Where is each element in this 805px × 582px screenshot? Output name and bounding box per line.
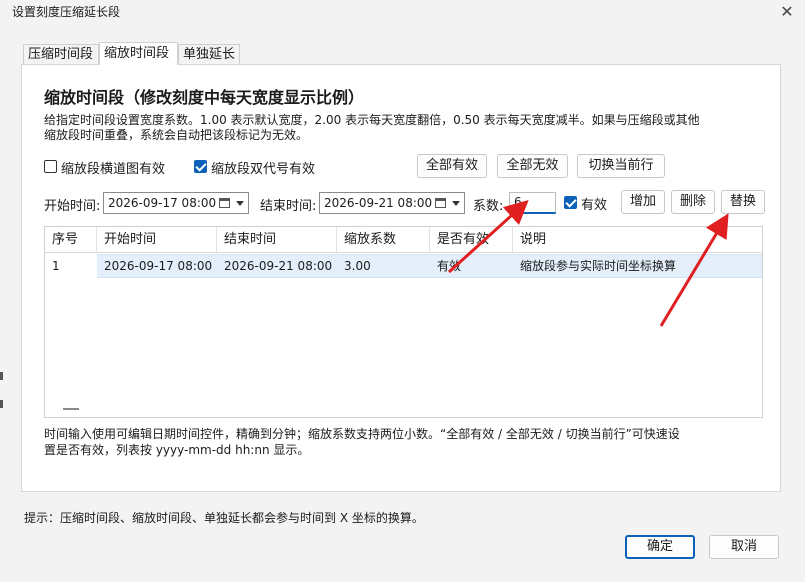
annotation-arrow — [659, 213, 729, 327]
annotation-arrows — [447, 199, 729, 327]
tab-scale[interactable]: 缩放时间段 — [99, 42, 178, 65]
annotation-arrow — [447, 199, 529, 274]
